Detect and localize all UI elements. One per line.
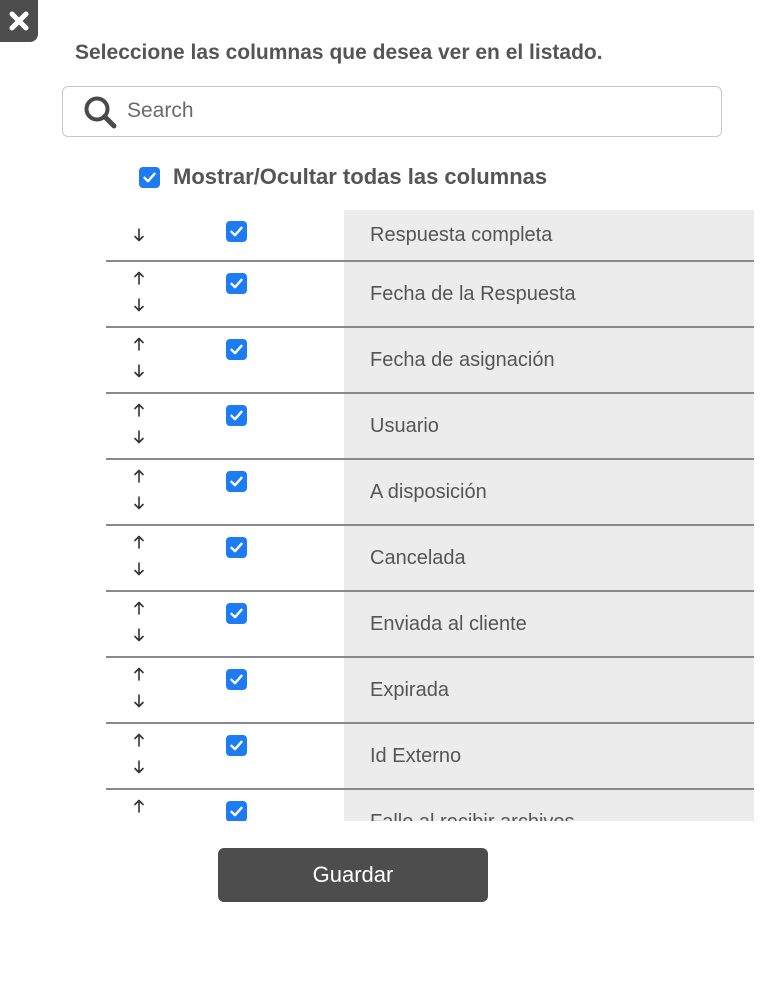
checkmark-icon [230, 806, 243, 817]
column-label-cell: Cancelada [344, 526, 754, 590]
move-up-arrow-icon[interactable] [131, 270, 147, 286]
column-label-cell: A disposición [344, 460, 754, 524]
move-down-arrow-icon[interactable] [131, 429, 147, 445]
toggle-all-columns[interactable]: Mostrar/Ocultar todas las columnas [139, 164, 547, 190]
move-down-arrow-icon[interactable] [131, 627, 147, 643]
checkmark-icon [230, 740, 243, 751]
column-label: Usuario [370, 415, 439, 437]
toggle-all-label: Mostrar/Ocultar todas las columnas [173, 164, 548, 189]
column-row[interactable]: Fecha de la Respuesta [106, 260, 754, 326]
checkmark-icon [230, 542, 243, 553]
move-down-arrow-icon[interactable] [131, 561, 147, 577]
move-up-arrow-icon[interactable] [131, 732, 147, 748]
column-label: Enviada al cliente [370, 613, 527, 635]
column-row[interactable]: Expirada [106, 656, 754, 722]
column-label-cell: Fecha de la Respuesta [344, 262, 754, 326]
move-down-arrow-icon[interactable] [131, 297, 147, 313]
move-down-arrow-icon[interactable] [131, 363, 147, 379]
column-label: Fecha de asignación [370, 349, 555, 371]
move-up-arrow-icon[interactable] [131, 666, 147, 682]
close-icon [9, 11, 29, 31]
column-row[interactable]: Id Externo [106, 722, 754, 788]
column-checkbox[interactable] [226, 339, 247, 360]
column-checkbox[interactable] [226, 471, 247, 492]
move-up-arrow-icon[interactable] [131, 336, 147, 352]
search-input[interactable] [127, 95, 707, 127]
column-row[interactable]: A disposición [106, 458, 754, 524]
column-label-cell: Fallo al recibir archivos [344, 790, 754, 821]
toggle-all-checkbox[interactable] [139, 166, 160, 188]
column-label: Fecha de la Respuesta [370, 283, 576, 305]
column-checkbox[interactable] [226, 221, 247, 242]
checkmark-icon [230, 674, 243, 685]
move-up-arrow-icon[interactable] [131, 468, 147, 484]
checkmark-icon [230, 226, 243, 237]
column-label: A disposición [370, 481, 487, 503]
move-down-arrow-icon[interactable] [131, 227, 147, 243]
move-up-arrow-icon[interactable] [131, 600, 147, 616]
column-label-cell: Enviada al cliente [344, 592, 754, 656]
column-checkbox[interactable] [226, 405, 247, 426]
checkmark-icon [230, 476, 243, 487]
search-icon [84, 96, 117, 129]
move-up-arrow-icon[interactable] [131, 534, 147, 550]
column-row[interactable]: Fallo al recibir archivos [106, 788, 754, 821]
column-checkbox[interactable] [226, 537, 247, 558]
move-up-arrow-icon[interactable] [131, 798, 147, 814]
checkmark-icon [230, 608, 243, 619]
column-row[interactable]: Respuesta completa [106, 210, 754, 260]
checkmark-icon [143, 172, 156, 182]
move-down-arrow-icon[interactable] [131, 495, 147, 511]
column-row[interactable]: Usuario [106, 392, 754, 458]
dialog-title: Seleccione las columnas que desea ver en… [75, 41, 603, 64]
column-label-cell: Fecha de asignación [344, 328, 754, 392]
column-checkbox[interactable] [226, 603, 247, 624]
close-button[interactable] [0, 0, 38, 42]
column-row[interactable]: Enviada al cliente [106, 590, 754, 656]
column-label-cell: Respuesta completa [344, 210, 754, 260]
column-checkbox[interactable] [226, 801, 247, 821]
column-label: Respuesta completa [370, 224, 553, 246]
move-down-arrow-icon[interactable] [131, 693, 147, 709]
column-row[interactable]: Cancelada [106, 524, 754, 590]
move-up-arrow-icon[interactable] [131, 402, 147, 418]
column-checkbox[interactable] [226, 735, 247, 756]
save-button[interactable]: Guardar [218, 848, 488, 902]
search-box[interactable] [62, 86, 722, 137]
move-down-arrow-icon[interactable] [131, 759, 147, 775]
checkmark-icon [230, 278, 243, 289]
column-checkbox[interactable] [226, 273, 247, 294]
column-label-cell: Usuario [344, 394, 754, 458]
column-label-cell: Expirada [344, 658, 754, 722]
column-label: Expirada [370, 679, 449, 701]
column-label: Id Externo [370, 745, 462, 767]
column-list[interactable]: Respuesta completa Fecha de la Respuesta F… [106, 210, 754, 821]
column-label: Cancelada [370, 547, 466, 569]
column-checkbox[interactable] [226, 669, 247, 690]
column-label: Fallo al recibir archivos [370, 811, 575, 821]
column-label-cell: Id Externo [344, 724, 754, 788]
checkmark-icon [230, 344, 243, 355]
column-row[interactable]: Fecha de asignación [106, 326, 754, 392]
checkmark-icon [230, 410, 243, 421]
